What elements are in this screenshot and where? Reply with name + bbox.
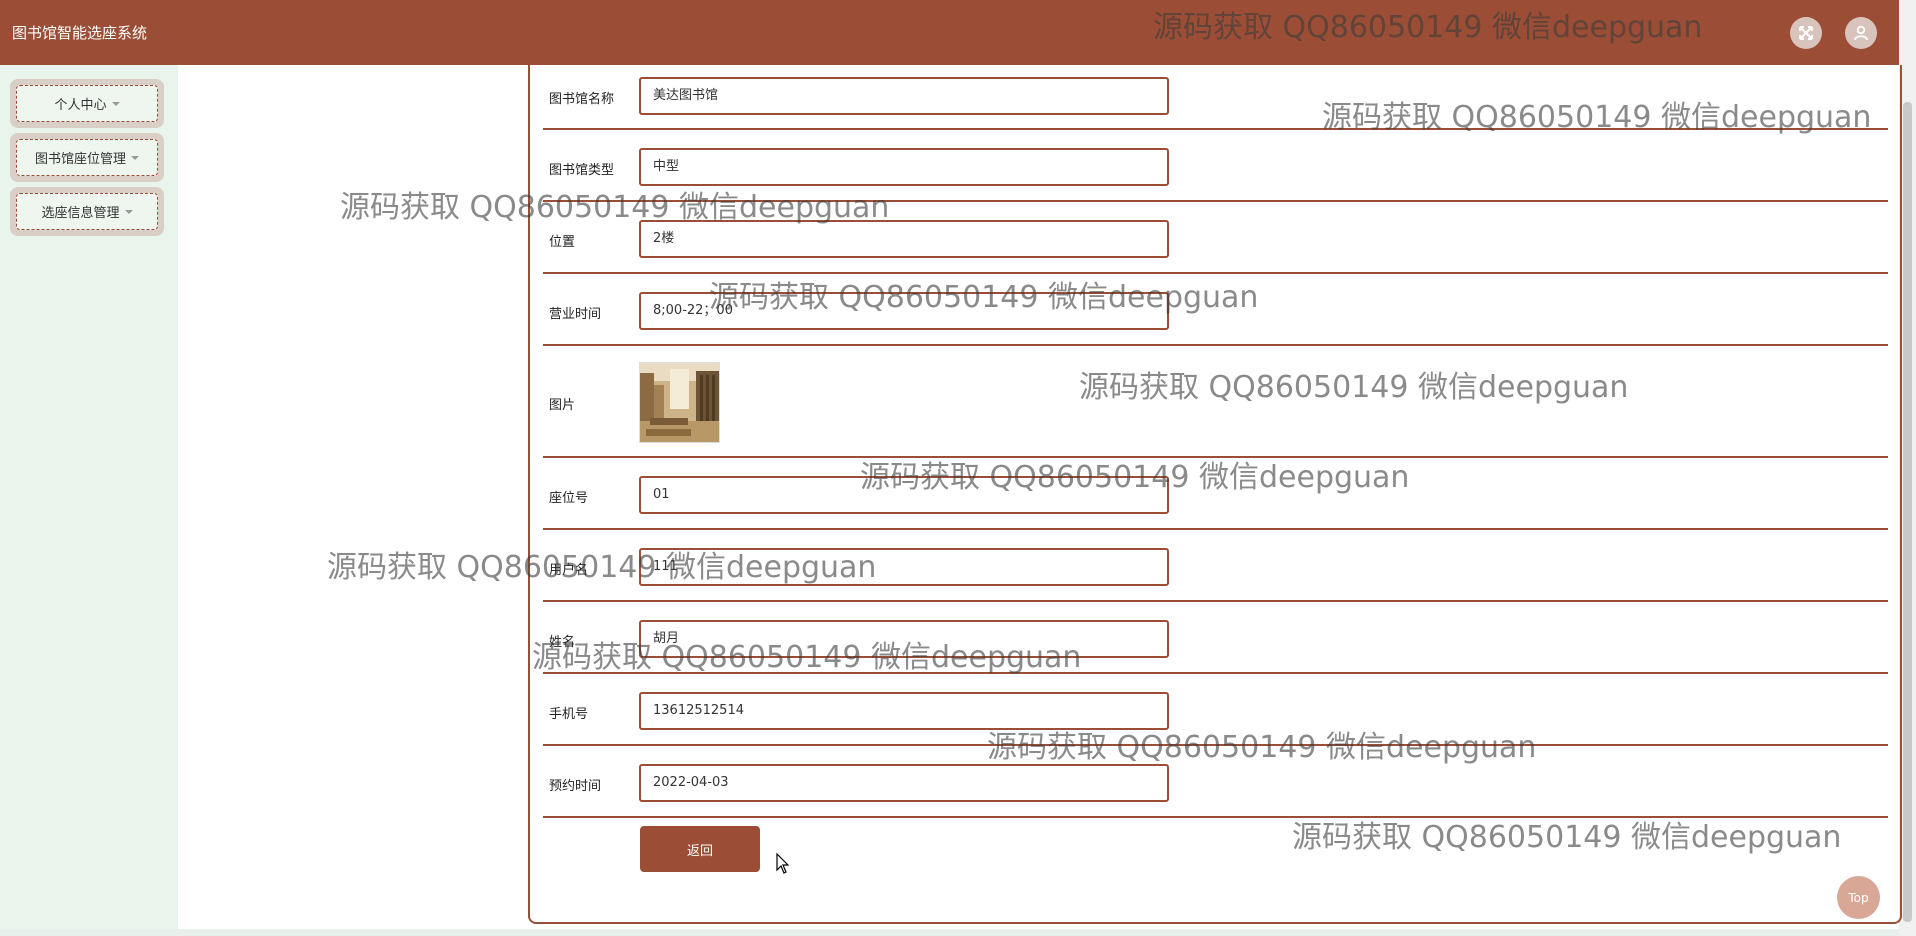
field-label: 图书馆名称	[549, 92, 615, 107]
sidebar-item-seat-management[interactable]: 图书馆座位管理	[10, 133, 164, 182]
library-photo-thumbnail[interactable]	[639, 362, 720, 443]
caret-down-icon	[124, 209, 133, 214]
sidebar-item-inner[interactable]: 个人中心	[16, 85, 158, 122]
watermark: 源码获取 QQ86050149 微信deepguan	[709, 280, 1259, 315]
watermark: 源码获取 QQ86050149 微信deepguan	[1079, 370, 1629, 405]
watermark: 源码获取 QQ86050149 微信deepguan	[1322, 100, 1872, 135]
sidebar-item-inner[interactable]: 选座信息管理	[16, 193, 158, 230]
watermark: 源码获取 QQ86050149 微信deepguan	[1153, 10, 1703, 45]
field-label: 位置	[549, 235, 576, 250]
reservation-time-field[interactable]: 2022-04-03	[639, 764, 1169, 802]
watermark: 源码获取 QQ86050149 微信deepguan	[987, 730, 1537, 765]
field-label: 图书馆类型	[549, 163, 615, 178]
sidebar-item-label: 图书馆座位管理	[34, 152, 126, 167]
fullscreen-icon[interactable]	[1790, 17, 1822, 49]
field-label: 营业时间	[549, 307, 602, 322]
caret-down-icon	[131, 155, 139, 160]
sidebar-item-inner[interactable]: 图书馆座位管理	[16, 139, 158, 176]
sidebar-item-personal-center[interactable]: 个人中心	[10, 79, 164, 128]
watermark: 源码获取 QQ86050149 微信deepguan	[532, 640, 1082, 675]
user-avatar-icon[interactable]	[1845, 17, 1877, 49]
sidebar: 个人中心 图书馆座位管理 选座信息管理	[0, 65, 178, 929]
app-title: 图书馆智能选座系统	[12, 24, 148, 42]
sidebar-item-selection-management[interactable]: 选座信息管理	[10, 187, 164, 236]
field-label: 座位号	[549, 491, 589, 506]
library-type-field[interactable]: 中型	[639, 148, 1169, 186]
scrollbar-thumb[interactable]	[1903, 102, 1912, 922]
library-name-field[interactable]: 美达图书馆	[639, 77, 1169, 115]
watermark: 源码获取 QQ86050149 微信deepguan	[340, 190, 890, 225]
bottom-strip	[0, 929, 1899, 936]
fullscreen-arrows-icon	[1799, 26, 1813, 40]
watermark: 源码获取 QQ86050149 微信deepguan	[327, 550, 877, 585]
user-icon	[1854, 25, 1868, 41]
back-button[interactable]: 返回	[640, 826, 760, 872]
watermark: 源码获取 QQ86050149 微信deepguan	[1292, 820, 1842, 855]
caret-down-icon	[111, 101, 120, 106]
sidebar-item-label: 个人中心	[54, 98, 107, 113]
field-label: 手机号	[549, 707, 589, 722]
mouse-cursor-icon	[776, 853, 790, 874]
field-label: 图片	[549, 398, 576, 413]
back-to-top-button[interactable]: Top	[1837, 876, 1880, 919]
field-label: 预约时间	[549, 779, 602, 794]
library-interior-image	[640, 363, 719, 442]
sidebar-item-label: 选座信息管理	[41, 206, 120, 221]
watermark: 源码获取 QQ86050149 微信deepguan	[860, 460, 1410, 495]
